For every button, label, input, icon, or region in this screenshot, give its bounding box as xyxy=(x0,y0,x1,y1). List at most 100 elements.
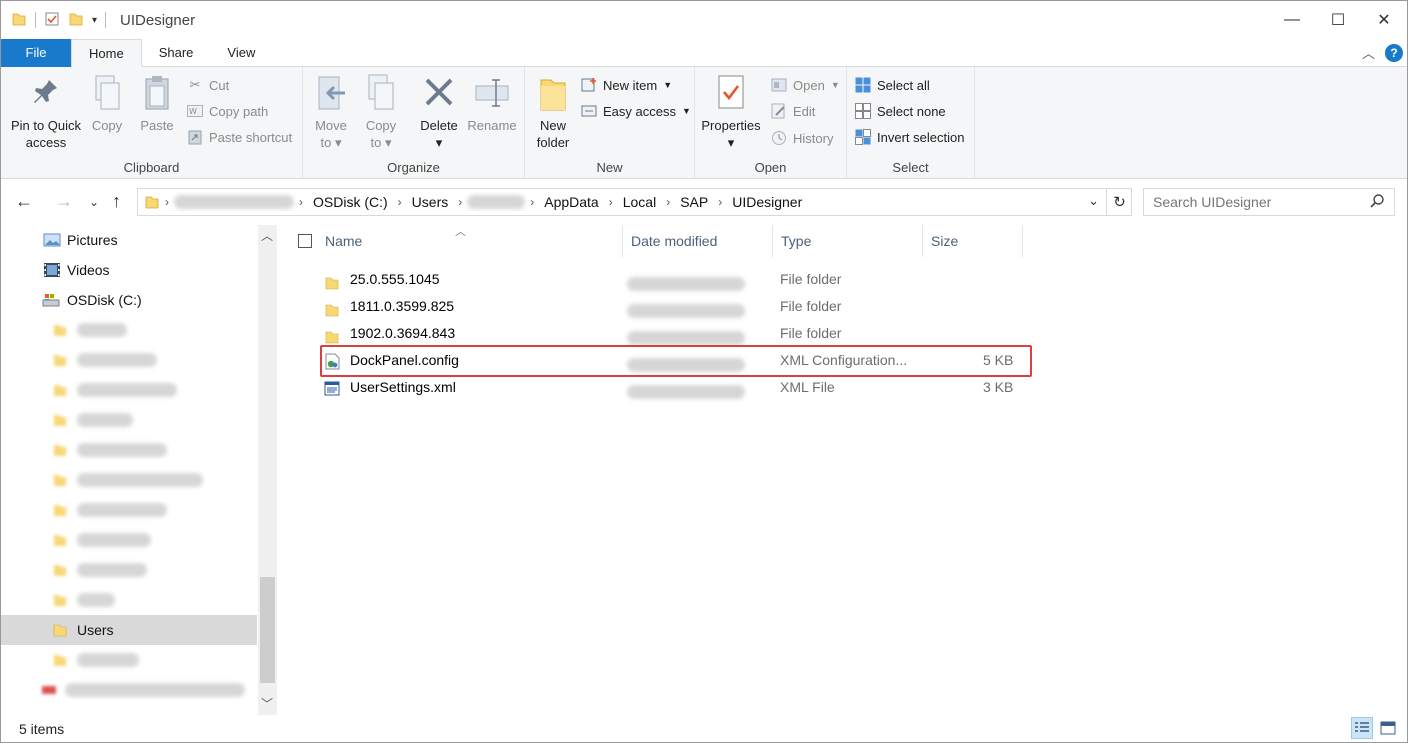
item-count: 5 items xyxy=(19,720,65,737)
breadcrumb-sap[interactable]: SAP xyxy=(675,194,713,210)
copy-button[interactable]: Copy xyxy=(85,73,129,134)
nav-item-videos[interactable]: Videos xyxy=(1,255,257,285)
breadcrumb-separator-icon[interactable]: › xyxy=(604,195,618,209)
breadcrumb-local[interactable]: Local xyxy=(618,194,661,210)
new-folder-button[interactable]: New folder xyxy=(531,73,575,151)
copy-path-button[interactable]: W Copy path xyxy=(187,100,268,122)
file-row[interactable]: 1811.0.3599.825 File folder xyxy=(319,293,1019,320)
close-button[interactable]: ✕ xyxy=(1361,1,1407,39)
nav-item-redacted[interactable] xyxy=(1,645,257,675)
details-view-button[interactable] xyxy=(1351,717,1373,739)
nav-item-redacted[interactable] xyxy=(1,315,257,345)
open-icon xyxy=(771,77,787,93)
back-arrow-icon[interactable]: ← xyxy=(15,191,33,212)
nav-item-osdisk[interactable]: OSDisk (C:) xyxy=(1,285,257,315)
breadcrumb-separator-icon[interactable]: › xyxy=(393,195,407,209)
properties-button[interactable]: Properties ▾ xyxy=(699,73,763,151)
breadcrumb-separator-icon[interactable]: › xyxy=(294,195,308,209)
address-dropdown-icon[interactable]: ⌄ xyxy=(1088,193,1099,209)
tab-share[interactable]: Share xyxy=(142,39,211,67)
maximize-button[interactable]: ☐ xyxy=(1315,1,1361,39)
nav-item-redacted[interactable] xyxy=(1,435,257,465)
tab-view[interactable]: View xyxy=(210,39,272,67)
breadcrumb-appdata[interactable]: AppData xyxy=(539,194,603,210)
edit-button[interactable]: Edit xyxy=(771,100,815,122)
new-folder-icon[interactable] xyxy=(68,11,84,30)
pin-to-quick-access-button[interactable]: Pin to Quick access xyxy=(7,73,85,151)
file-row[interactable]: 1902.0.3694.843 File folder xyxy=(319,320,1019,347)
up-arrow-icon[interactable]: ↑ xyxy=(112,191,121,212)
nav-item-redacted[interactable] xyxy=(1,495,257,525)
breadcrumb-separator-icon[interactable]: › xyxy=(453,195,467,209)
column-header-name[interactable]: Name xyxy=(317,225,623,257)
search-input[interactable] xyxy=(1153,194,1363,210)
new-item-button[interactable]: New item ▼ xyxy=(581,74,672,96)
nav-scrollbar[interactable]: ︿ ﹀ xyxy=(258,225,277,715)
column-header-size[interactable]: Size xyxy=(923,225,1023,257)
breadcrumb-separator-icon[interactable]: › xyxy=(661,195,675,209)
search-icon[interactable] xyxy=(1370,194,1384,211)
nav-item-redacted[interactable] xyxy=(1,555,257,585)
rename-button[interactable]: Rename xyxy=(465,73,519,134)
file-name: 25.0.555.1045 xyxy=(350,271,440,287)
status-bar: 5 items xyxy=(1,715,1407,742)
column-header-type[interactable]: Type xyxy=(773,225,923,257)
copy-to-button[interactable]: Copy to ▾ xyxy=(359,73,403,151)
breadcrumb-separator-icon[interactable]: › xyxy=(525,195,539,209)
address-bar[interactable]: › › OSDisk (C:) › Users › › AppData › Lo… xyxy=(137,188,1132,216)
breadcrumb-osdisk[interactable]: OSDisk (C:) xyxy=(308,194,393,210)
breadcrumb-separator-icon[interactable]: › xyxy=(713,195,727,209)
search-box[interactable] xyxy=(1143,188,1395,216)
nav-item-redacted[interactable] xyxy=(1,675,257,705)
nav-item-redacted[interactable] xyxy=(1,525,257,555)
help-icon[interactable]: ? xyxy=(1385,43,1403,62)
nav-item-pictures[interactable]: Pictures xyxy=(1,225,257,255)
column-size-label: Size xyxy=(931,233,959,249)
select-all-button[interactable]: Select all xyxy=(855,74,930,96)
easy-access-button[interactable]: Easy access ▼ xyxy=(581,100,691,122)
cut-button[interactable]: ✂ Cut xyxy=(187,74,230,96)
minimize-button[interactable]: — xyxy=(1269,1,1315,39)
scroll-up-icon[interactable]: ︿ xyxy=(261,227,273,244)
nav-item-label: OSDisk (C:) xyxy=(67,292,142,308)
copy-to-icon xyxy=(363,73,399,113)
file-row[interactable]: UserSettings.xml XML File 3 KB xyxy=(319,374,1019,401)
nav-item-redacted[interactable] xyxy=(1,375,257,405)
nav-item-redacted[interactable] xyxy=(1,405,257,435)
properties-dropdown-icon[interactable]: ▾ xyxy=(699,134,763,151)
select-none-button[interactable]: Select none xyxy=(855,100,946,122)
breadcrumb-users[interactable]: Users xyxy=(407,194,454,210)
forward-arrow-icon[interactable]: → xyxy=(55,191,73,212)
folder-icon xyxy=(53,593,67,607)
large-icons-view-button[interactable] xyxy=(1377,717,1399,739)
nav-item-redacted[interactable] xyxy=(1,585,257,615)
breadcrumb-separator-icon[interactable]: › xyxy=(160,195,174,209)
history-button[interactable]: History xyxy=(771,127,833,149)
folder-icon xyxy=(11,11,27,30)
nav-item-users[interactable]: Users xyxy=(1,615,257,645)
recent-locations-icon[interactable]: ⌄ xyxy=(89,195,99,209)
tab-home[interactable]: Home xyxy=(71,39,142,68)
paste-button[interactable]: Paste xyxy=(135,73,179,134)
paste-shortcut-button[interactable]: Paste shortcut xyxy=(187,126,292,148)
nav-item-redacted[interactable] xyxy=(1,465,257,495)
breadcrumb-uidesigner[interactable]: UIDesigner xyxy=(727,194,807,210)
collapse-ribbon-icon[interactable]: ︿ xyxy=(1362,43,1375,62)
column-header-date-modified[interactable]: Date modified xyxy=(623,225,773,257)
customize-qat-icon[interactable]: ▾ xyxy=(92,15,97,26)
invert-selection-button[interactable]: Invert selection xyxy=(855,126,964,148)
nav-scrollbar-thumb[interactable] xyxy=(260,577,275,683)
open-button[interactable]: Open ▼ xyxy=(771,74,840,96)
move-to-button[interactable]: Move to ▾ xyxy=(309,73,353,151)
refresh-icon[interactable]: ↻ xyxy=(1106,188,1132,216)
tab-file[interactable]: File xyxy=(1,39,71,67)
select-all-checkbox[interactable] xyxy=(298,234,312,248)
properties-icon[interactable] xyxy=(44,11,60,30)
delete-button[interactable]: Delete ▾ xyxy=(417,73,461,151)
pictures-icon xyxy=(43,232,61,248)
column-type-label: Type xyxy=(781,233,812,249)
nav-item-redacted[interactable] xyxy=(1,345,257,375)
delete-dropdown-icon[interactable]: ▾ xyxy=(417,134,461,151)
scroll-down-icon[interactable]: ﹀ xyxy=(261,695,273,712)
file-row[interactable]: 25.0.555.1045 File folder xyxy=(319,266,1019,293)
